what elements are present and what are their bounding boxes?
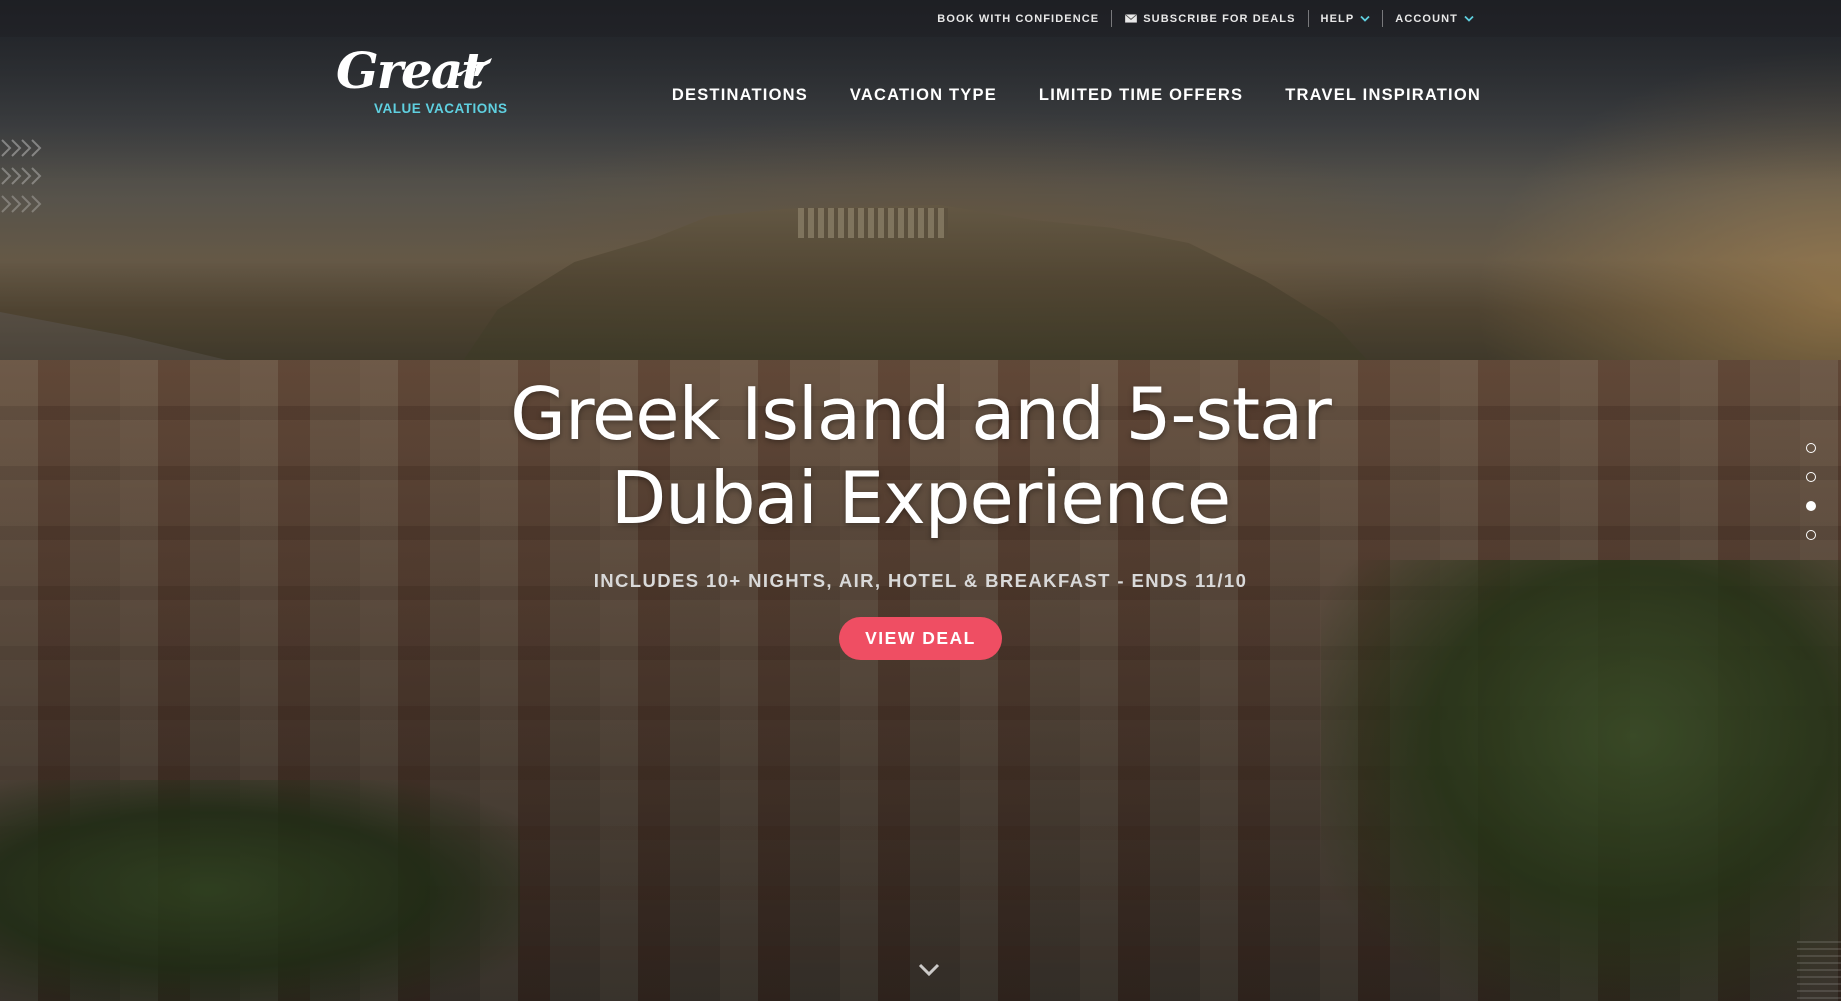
chevrons-decoration-icon xyxy=(1,167,42,185)
account-dropdown[interactable]: ACCOUNT xyxy=(1383,10,1486,27)
help-dropdown[interactable]: HELP xyxy=(1309,10,1383,27)
view-deal-button[interactable]: VIEW DEAL xyxy=(839,617,1002,660)
slider-dot-4[interactable] xyxy=(1806,530,1816,540)
nav-travel-inspiration[interactable]: TRAVEL INSPIRATION xyxy=(1285,86,1481,105)
subscribe-label: SUBSCRIBE FOR DEALS xyxy=(1143,12,1296,25)
slider-dots xyxy=(1806,443,1820,559)
plane-icon xyxy=(456,58,492,76)
book-with-confidence-link[interactable]: BOOK WITH CONFIDENCE xyxy=(925,10,1111,27)
hero-subtitle: INCLUDES 10+ NIGHTS, AIR, HOTEL & BREAKF… xyxy=(593,570,1248,591)
main-nav: DESTINATIONS VACATION TYPE LIMITED TIME … xyxy=(630,86,1481,105)
help-label: HELP xyxy=(1320,12,1355,25)
subscribe-link[interactable]: SUBSCRIBE FOR DEALS xyxy=(1112,10,1307,27)
utility-bar: BOOK WITH CONFIDENCE SUBSCRIBE FOR DEALS… xyxy=(0,0,1841,37)
hero-content: Greek Island and 5-star Dubai Experience… xyxy=(0,372,1841,660)
book-with-confidence-label: BOOK WITH CONFIDENCE xyxy=(937,12,1100,25)
mail-icon xyxy=(1125,14,1138,23)
corner-decoration xyxy=(1797,941,1841,1001)
slider-dot-1[interactable] xyxy=(1806,443,1816,453)
hero-section: BOOK WITH CONFIDENCE SUBSCRIBE FOR DEALS… xyxy=(0,0,1841,1001)
logo-subtitle: VALUE VACATIONS xyxy=(374,101,508,116)
utility-links: BOOK WITH CONFIDENCE SUBSCRIBE FOR DEALS… xyxy=(925,0,1486,37)
chevron-down-icon xyxy=(1464,15,1474,22)
side-decoration xyxy=(0,134,50,218)
nav-limited-time-offers[interactable]: LIMITED TIME OFFERS xyxy=(1039,86,1243,105)
chevron-down-icon[interactable] xyxy=(917,962,941,978)
logo[interactable]: Great VALUE VACATIONS xyxy=(336,46,516,122)
slider-dot-3[interactable] xyxy=(1806,501,1816,511)
hero-title: Greek Island and 5-star Dubai Experience xyxy=(510,372,1332,540)
slider-dot-2[interactable] xyxy=(1806,472,1816,482)
chevrons-decoration-icon xyxy=(1,195,42,213)
nav-vacation-type[interactable]: VACATION TYPE xyxy=(850,86,997,105)
chevron-down-icon xyxy=(1360,15,1370,22)
nav-destinations[interactable]: DESTINATIONS xyxy=(672,86,808,105)
account-label: ACCOUNT xyxy=(1395,12,1458,25)
chevrons-decoration-icon xyxy=(1,139,42,157)
